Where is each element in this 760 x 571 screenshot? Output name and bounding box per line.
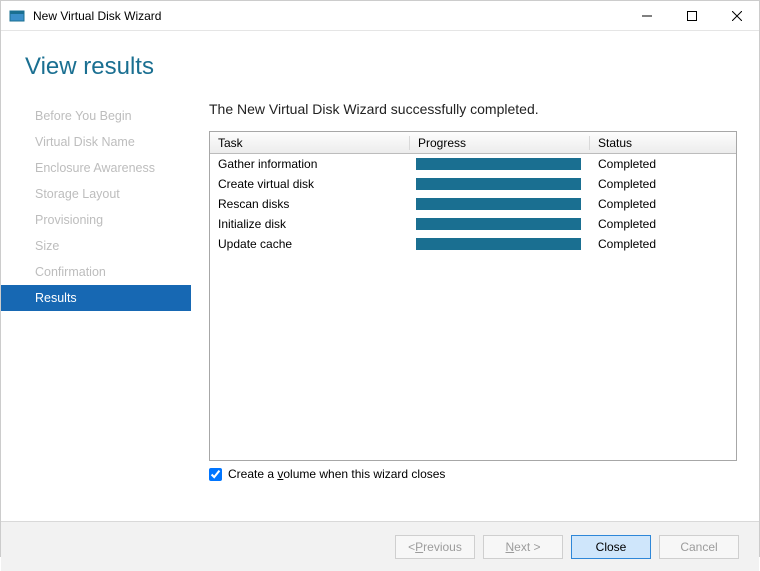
task-cell: Update cache <box>210 237 410 251</box>
close-window-button[interactable] <box>714 1 759 31</box>
wizard-steps-sidebar: Before You Begin Virtual Disk Name Enclo… <box>1 91 191 521</box>
status-cell: Completed <box>590 157 736 171</box>
minimize-button[interactable] <box>624 1 669 31</box>
create-volume-checkbox-row[interactable]: Create a volume when this wizard closes <box>209 467 737 481</box>
page-title: View results <box>25 53 759 81</box>
status-cell: Completed <box>590 197 736 211</box>
step-enclosure-awareness: Enclosure Awareness <box>1 155 191 181</box>
summary-text: The New Virtual Disk Wizard successfully… <box>209 101 737 117</box>
step-storage-layout: Storage Layout <box>1 181 191 207</box>
cancel-button: Cancel <box>659 535 739 559</box>
progress-bar <box>416 158 581 170</box>
step-virtual-disk-name: Virtual Disk Name <box>1 129 191 155</box>
status-cell: Completed <box>590 237 736 251</box>
progress-bar <box>416 218 581 230</box>
status-cell: Completed <box>590 217 736 231</box>
maximize-button[interactable] <box>669 1 714 31</box>
progress-bar <box>416 178 581 190</box>
table-row: Create virtual disk Completed <box>210 174 736 194</box>
task-cell: Initialize disk <box>210 217 410 231</box>
wizard-footer: < Previous Next > Close Cancel <box>1 521 759 571</box>
task-cell: Rescan disks <box>210 197 410 211</box>
progress-cell <box>410 158 590 170</box>
app-icon <box>9 8 25 24</box>
create-volume-checkbox[interactable] <box>209 468 222 481</box>
create-volume-label: Create a volume when this wizard closes <box>228 467 445 481</box>
previous-button: < Previous <box>395 535 475 559</box>
table-header: Task Progress Status <box>210 132 736 154</box>
progress-cell <box>410 178 590 190</box>
results-table: Task Progress Status Gather information … <box>209 131 737 461</box>
table-row: Rescan disks Completed <box>210 194 736 214</box>
progress-cell <box>410 238 590 250</box>
next-button: Next > <box>483 535 563 559</box>
progress-bar <box>416 238 581 250</box>
table-row: Gather information Completed <box>210 154 736 174</box>
column-header-status[interactable]: Status <box>590 136 736 150</box>
step-before-you-begin: Before You Begin <box>1 103 191 129</box>
column-header-progress[interactable]: Progress <box>410 136 590 150</box>
step-results[interactable]: Results <box>1 285 191 311</box>
progress-bar <box>416 198 581 210</box>
status-cell: Completed <box>590 177 736 191</box>
titlebar: New Virtual Disk Wizard <box>1 1 759 31</box>
step-provisioning: Provisioning <box>1 207 191 233</box>
window-title: New Virtual Disk Wizard <box>33 9 161 23</box>
main-area: Before You Begin Virtual Disk Name Enclo… <box>1 91 759 521</box>
progress-cell <box>410 218 590 230</box>
column-header-task[interactable]: Task <box>210 136 410 150</box>
close-button[interactable]: Close <box>571 535 651 559</box>
table-row: Initialize disk Completed <box>210 214 736 234</box>
wizard-header: View results <box>1 31 759 91</box>
step-confirmation: Confirmation <box>1 259 191 285</box>
content-panel: The New Virtual Disk Wizard successfully… <box>191 91 759 521</box>
step-size: Size <box>1 233 191 259</box>
progress-cell <box>410 198 590 210</box>
task-cell: Create virtual disk <box>210 177 410 191</box>
task-cell: Gather information <box>210 157 410 171</box>
table-row: Update cache Completed <box>210 234 736 254</box>
